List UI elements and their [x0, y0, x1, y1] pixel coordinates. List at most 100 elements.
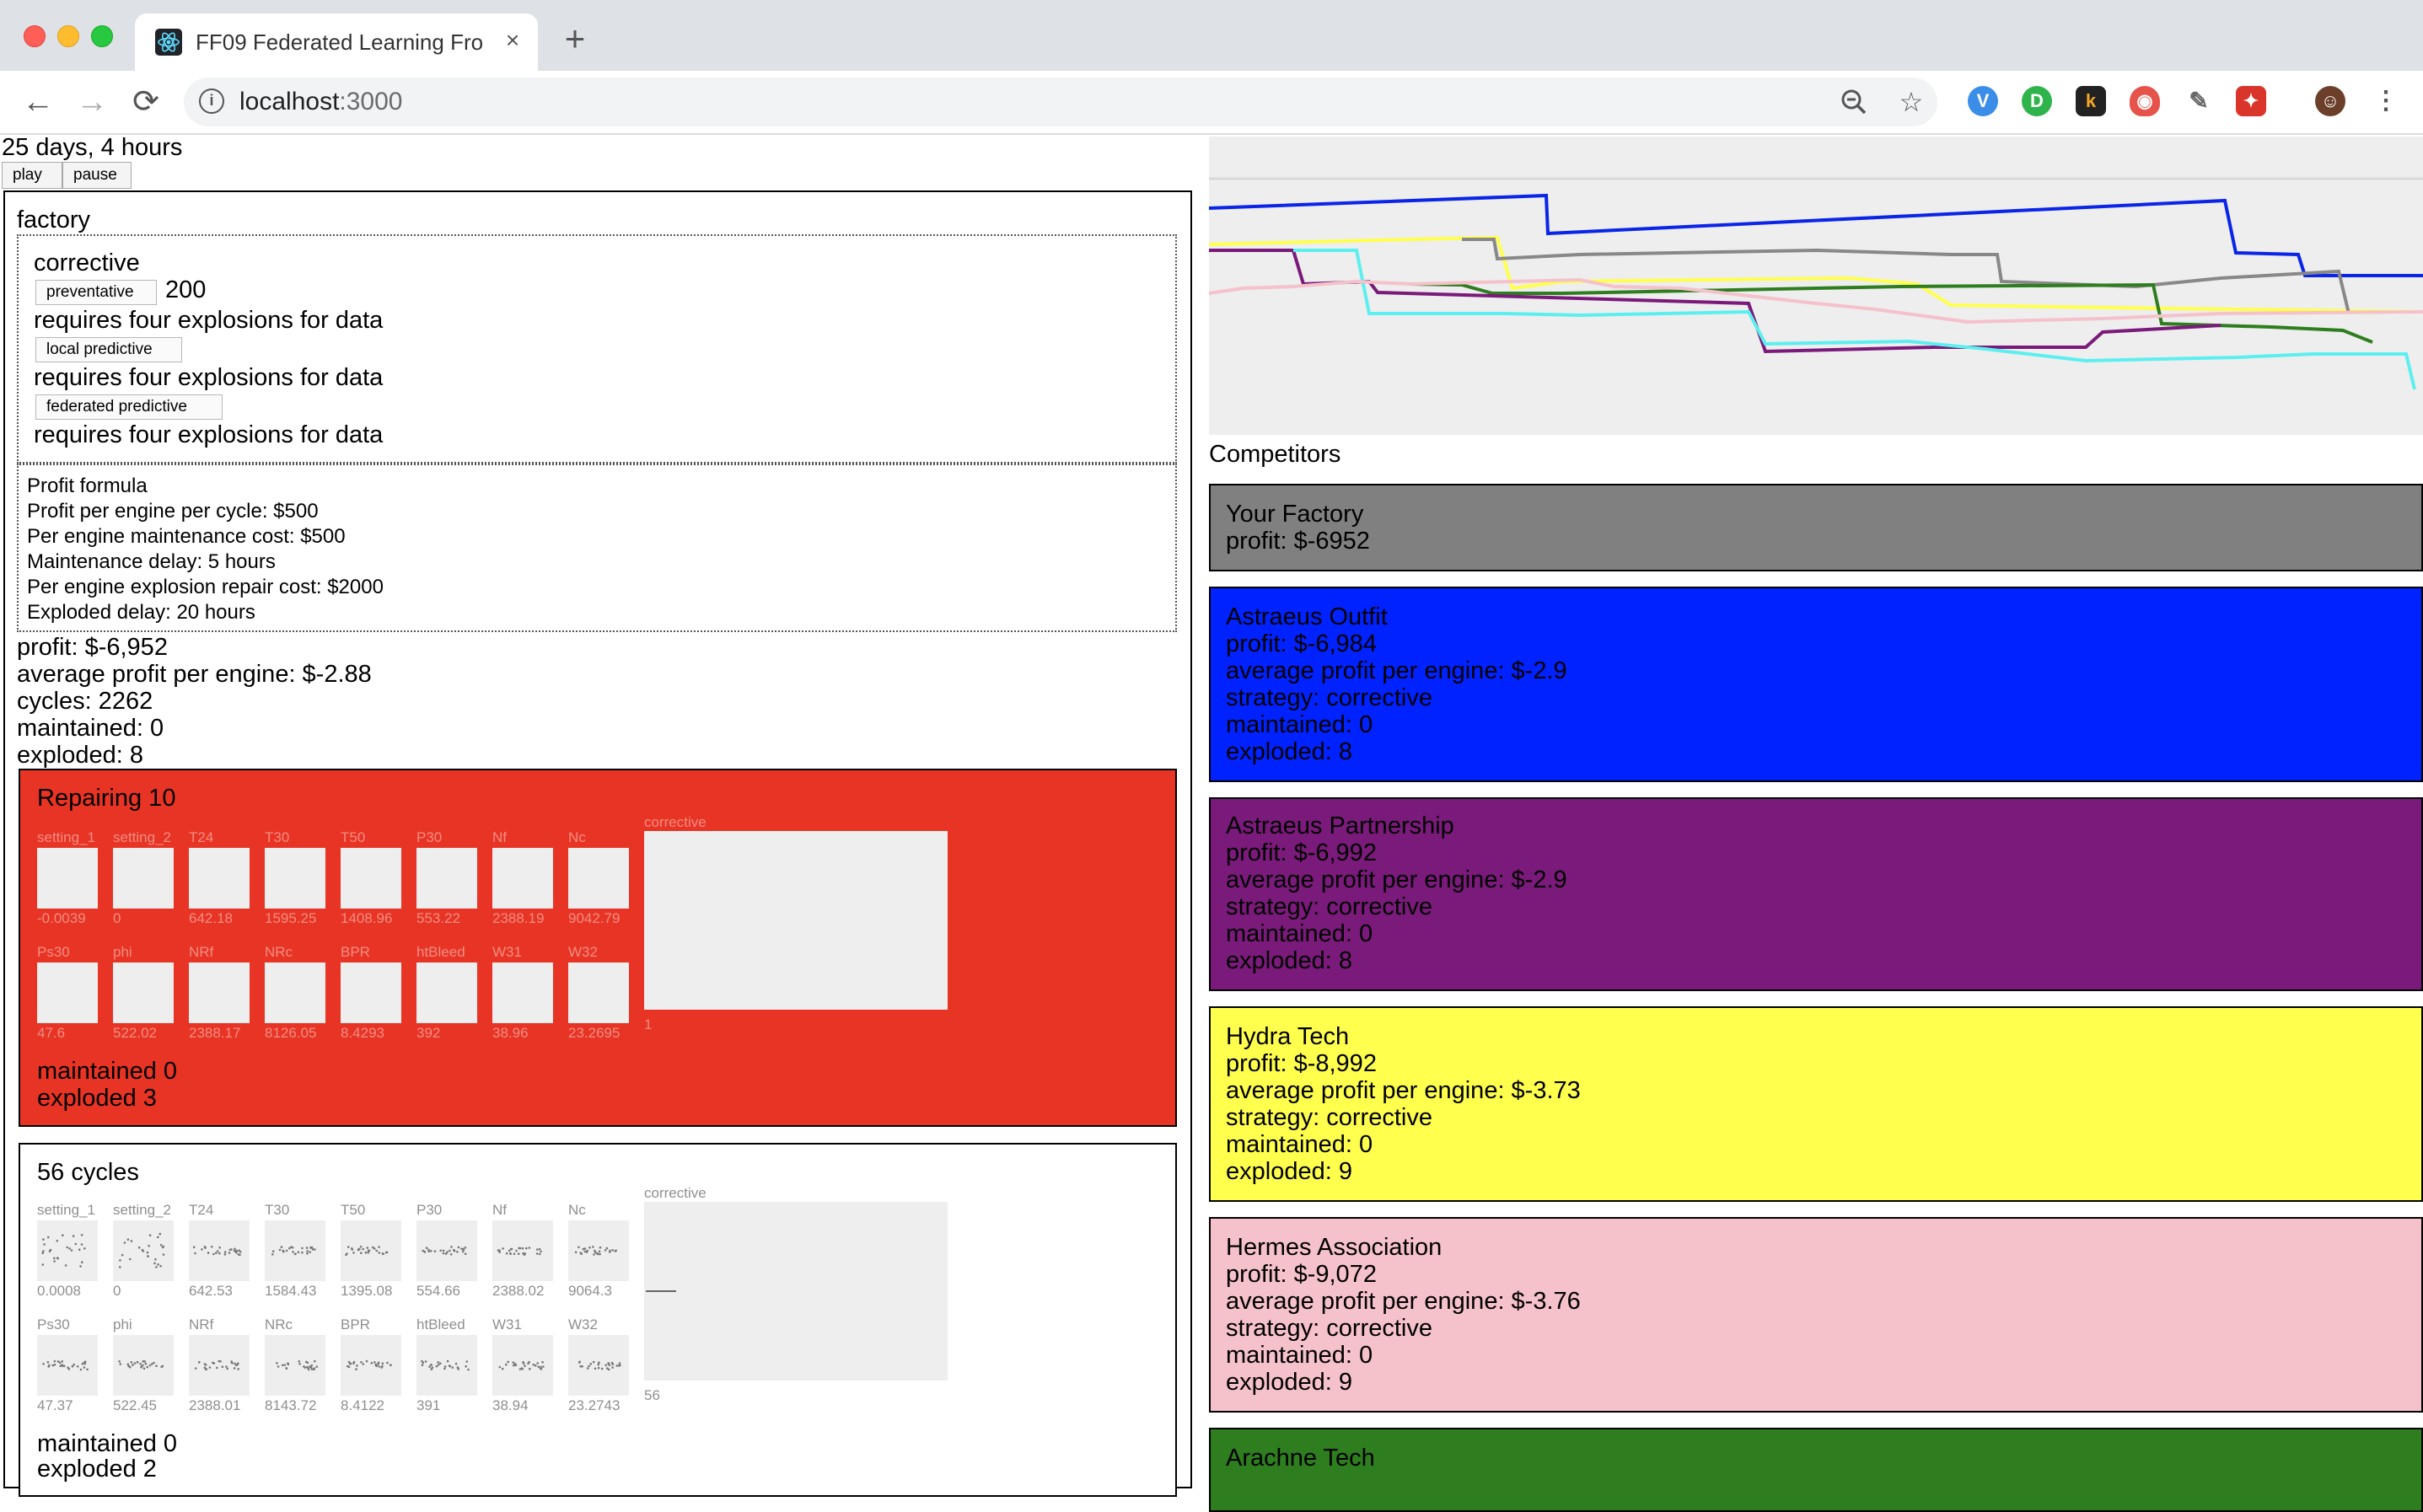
- sensor-plot: [568, 1335, 629, 1396]
- sensor-label: T30: [265, 1202, 290, 1218]
- competitor-name: Astraeus Partnership: [1226, 812, 1454, 839]
- sensor-label: P30: [416, 1202, 443, 1218]
- competitor-card: Astraeus Outfit profit: $-6,984 average …: [1209, 587, 2423, 782]
- sensor-plot: [568, 962, 629, 1023]
- preventative-button[interactable]: preventative: [35, 280, 157, 305]
- sensor-plot: [265, 1220, 325, 1281]
- sensor-plot: [341, 1335, 401, 1396]
- extension-puzzle-icon[interactable]: ✦: [2236, 86, 2266, 116]
- competitor-exploded: exploded: 9: [1226, 1158, 1352, 1185]
- competitor-card: Hydra Tech profit: $-8,992 average profi…: [1209, 1006, 2423, 1202]
- extension-pin-icon[interactable]: ✎: [2184, 86, 2214, 116]
- factory-avg-profit: average profit per engine: $-2.88: [17, 661, 372, 688]
- sensor-plot: [113, 1220, 174, 1281]
- sensor-plot: [265, 848, 325, 909]
- reload-button[interactable]: ⟳: [125, 81, 167, 123]
- play-button[interactable]: play: [2, 162, 62, 189]
- sensor-plot: [492, 1220, 553, 1281]
- sensor-plot: [189, 1335, 250, 1396]
- profit-formula-line: Profit per engine per cycle: $500: [27, 500, 319, 523]
- elapsed-time: 25 days, 4 hours: [2, 134, 183, 161]
- pause-button[interactable]: pause: [62, 162, 132, 189]
- sensor-label: W32: [568, 944, 598, 960]
- address-bar[interactable]: i localhost:3000 ☆: [184, 78, 1937, 126]
- sensor-value: 642.53: [189, 1283, 233, 1299]
- sensor-value: 2388.19: [492, 910, 545, 926]
- extension-v-icon[interactable]: V: [1968, 86, 1998, 116]
- sensor-plot: [341, 848, 401, 909]
- sensor-label: Nf: [492, 1202, 507, 1218]
- sensor-label: htBleed: [416, 944, 465, 960]
- sensor-plot: [341, 962, 401, 1023]
- sensor-label: T50: [341, 829, 366, 845]
- profit-formula-line: Per engine explosion repair cost: $2000: [27, 576, 384, 598]
- close-window-button[interactable]: [24, 25, 46, 47]
- sensor-value: 1584.43: [265, 1283, 317, 1299]
- sensor-label: BPR: [341, 944, 370, 960]
- sensor-label: BPR: [341, 1316, 370, 1332]
- zoom-out-icon[interactable]: [1838, 86, 1870, 118]
- minimize-window-button[interactable]: [57, 25, 79, 47]
- extension-d-icon[interactable]: D: [2022, 86, 2052, 116]
- sensor-label: T50: [341, 1202, 366, 1218]
- sensor-value: 38.96: [492, 1025, 529, 1041]
- tab-close-icon[interactable]: ×: [499, 27, 526, 54]
- engine-group-title: 56 cycles: [37, 1159, 139, 1186]
- sensor-value: 1395.08: [341, 1283, 393, 1299]
- local-predictive-note: requires four explosions for data: [34, 364, 384, 391]
- forward-button[interactable]: →: [71, 81, 113, 123]
- sensor-label: NRf: [189, 1316, 214, 1332]
- sensor-value: 522.45: [113, 1397, 157, 1413]
- competitors-title: Competitors: [1209, 441, 1341, 468]
- competitor-strategy: strategy: corrective: [1226, 1315, 1432, 1342]
- federated-predictive-button[interactable]: federated predictive: [35, 394, 223, 420]
- competitor-maintained: maintained: 0: [1226, 711, 1373, 738]
- competitor-name: Your Factory: [1226, 501, 1364, 528]
- sensor-value: 8.4122: [341, 1397, 384, 1413]
- bookmark-star-icon[interactable]: ☆: [1895, 86, 1927, 118]
- profit-formula-title: Profit formula: [27, 475, 148, 497]
- sensor-value: 23.2743: [568, 1397, 621, 1413]
- local-predictive-button[interactable]: local predictive: [35, 337, 182, 362]
- competitor-name: Hydra Tech: [1226, 1023, 1350, 1050]
- sensor-label: Nc: [568, 829, 586, 845]
- sensor-plot: [416, 962, 477, 1023]
- federated-predictive-note: requires four explosions for data: [34, 421, 384, 448]
- competitor-maintained: maintained: 0: [1226, 920, 1373, 947]
- competitor-avg-profit: average profit per engine: $-3.73: [1226, 1077, 1581, 1104]
- browser-tab-bar: FF09 Federated Learning Front × +: [0, 0, 2423, 71]
- sensor-label: T24: [189, 1202, 214, 1218]
- extension-shield-icon[interactable]: ◉: [2130, 86, 2160, 116]
- sensor-value: 553.22: [416, 910, 460, 926]
- maximize-window-button[interactable]: [91, 25, 113, 47]
- sensor-value: 8.4293: [341, 1025, 384, 1041]
- sensor-label: phi: [113, 944, 132, 960]
- sensor-label: setting_1: [37, 829, 95, 845]
- strategy-plot-value: 56: [644, 1387, 660, 1403]
- strategy-plot-label: corrective: [644, 814, 706, 830]
- current-strategy: corrective: [34, 249, 140, 276]
- browser-tab[interactable]: FF09 Federated Learning Front ×: [135, 13, 538, 71]
- sensor-plot: [416, 1220, 477, 1281]
- chart-series-line: [1293, 249, 2416, 390]
- sensor-plot: [113, 1335, 174, 1396]
- extension-k-icon[interactable]: k: [2076, 86, 2106, 116]
- competitor-maintained: maintained: 0: [1226, 1342, 1373, 1369]
- factory-title: factory: [17, 206, 91, 233]
- chart-series-line: [1208, 277, 2423, 324]
- competitor-exploded: exploded: 8: [1226, 738, 1352, 765]
- tab-title: FF09 Federated Learning Front: [196, 29, 482, 55]
- browser-menu-icon[interactable]: ⋮: [2371, 86, 2401, 116]
- sensor-value: 8126.05: [265, 1025, 317, 1041]
- new-tab-button[interactable]: +: [556, 21, 594, 59]
- competitor-profit: profit: $-6,984: [1226, 630, 1377, 657]
- sensor-value: 47.37: [37, 1397, 73, 1413]
- engine-group-maintained: maintained 0: [37, 1058, 178, 1085]
- back-button[interactable]: ←: [17, 81, 59, 123]
- engine-group-cycles: 56 cycles maintained 0 exploded 2 settin…: [19, 1143, 1177, 1497]
- profile-avatar[interactable]: ☺: [2315, 86, 2345, 116]
- sensor-value: 392: [416, 1025, 441, 1041]
- site-info-icon[interactable]: i: [199, 88, 224, 114]
- sensor-label: setting_1: [37, 1202, 95, 1218]
- competitor-avg-profit: average profit per engine: $-2.9: [1226, 657, 1567, 684]
